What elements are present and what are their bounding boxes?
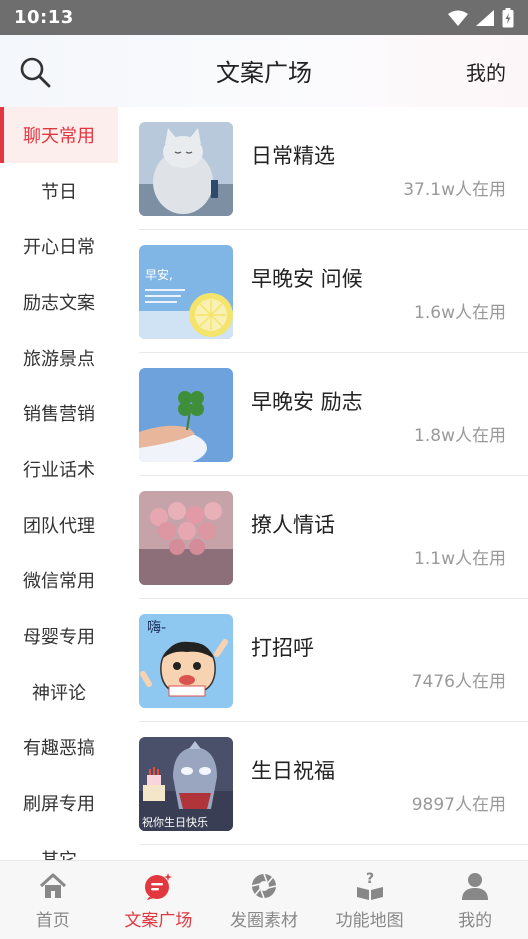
nav-label: 文案广场 bbox=[124, 911, 193, 931]
list-item[interactable]: 日常精选 37.1w人在用 bbox=[118, 107, 528, 230]
aperture-icon bbox=[251, 873, 277, 899]
battery-icon bbox=[502, 7, 514, 27]
copy-category-list: 日常精选 37.1w人在用 早安, 早晚安 问候 1.6w人在用 早晚安 励志 … bbox=[118, 107, 528, 860]
sidebar-item-spam[interactable]: 刷屏专用 bbox=[0, 775, 118, 831]
sidebar-item-chat-common[interactable]: 聊天常用 bbox=[0, 107, 118, 163]
sidebar-item-funny[interactable]: 有趣恶搞 bbox=[0, 720, 118, 776]
status-bar: 10:13 bbox=[0, 0, 528, 35]
item-usage-count: 1.1w人在用 bbox=[414, 549, 506, 569]
item-usage-count: 9897人在用 bbox=[411, 795, 506, 815]
birthday-hero-thumbnail: 祝你生日快乐 bbox=[139, 737, 233, 831]
wifi-icon bbox=[448, 10, 468, 26]
sidebar-item-industry-scripts[interactable]: 行业话术 bbox=[0, 441, 118, 497]
status-time: 10:13 bbox=[14, 7, 74, 28]
home-icon bbox=[39, 873, 66, 898]
signal-icon bbox=[476, 9, 494, 26]
chat-bubble-icon bbox=[145, 873, 173, 900]
nav-label: 发圈素材 bbox=[229, 911, 298, 931]
sidebar-item-holiday[interactable]: 节日 bbox=[0, 163, 118, 219]
nav-home[interactable]: 首页 bbox=[0, 861, 106, 939]
item-title: 撩人情话 bbox=[251, 513, 335, 537]
nav-copy-square[interactable]: 文案广场 bbox=[106, 861, 212, 939]
cat-photo-thumbnail bbox=[139, 122, 233, 216]
nav-feature-map[interactable]: ? 功能地图 bbox=[317, 861, 423, 939]
nav-label: 我的 bbox=[458, 911, 493, 931]
item-usage-count: 1.8w人在用 bbox=[414, 426, 506, 446]
svg-text:?: ? bbox=[366, 871, 374, 887]
list-item[interactable]: 撩人情话 1.1w人在用 bbox=[118, 476, 528, 599]
thumbnail-caption: 嗨- bbox=[147, 620, 166, 636]
roses-bouquet-thumbnail bbox=[139, 491, 233, 585]
nav-label: 功能地图 bbox=[335, 911, 404, 931]
nav-label: 首页 bbox=[35, 911, 70, 931]
app-header: 文案广场 我的 bbox=[0, 35, 528, 107]
sidebar-item-wechat-common[interactable]: 微信常用 bbox=[0, 553, 118, 609]
page-title: 文案广场 bbox=[216, 59, 312, 87]
item-usage-count: 37.1w人在用 bbox=[403, 180, 506, 200]
nav-mine[interactable]: 我的 bbox=[422, 861, 528, 939]
sidebar-item-maternal-baby[interactable]: 母婴专用 bbox=[0, 608, 118, 664]
thumbnail-caption: 祝你生日快乐 bbox=[142, 815, 208, 829]
help-book-icon: ? bbox=[356, 871, 383, 900]
list-item[interactable]: 早晚安 励志 1.8w人在用 bbox=[118, 353, 528, 476]
item-usage-count: 7476人在用 bbox=[411, 672, 506, 692]
sidebar-item-comments[interactable]: 神评论 bbox=[0, 664, 118, 720]
sidebar-item-team-agent[interactable]: 团队代理 bbox=[0, 497, 118, 553]
lemon-morning-thumbnail: 早安, bbox=[139, 245, 233, 339]
thumbnail-caption: 早安, bbox=[145, 267, 173, 282]
sidebar-item-happy-daily[interactable]: 开心日常 bbox=[0, 218, 118, 274]
category-sidebar: 聊天常用 节日 开心日常 励志文案 旅游景点 销售营销 行业话术 团队代理 微信… bbox=[0, 107, 118, 860]
item-title: 打招呼 bbox=[251, 636, 314, 660]
sidebar-item-inspirational[interactable]: 励志文案 bbox=[0, 274, 118, 330]
item-title: 生日祝福 bbox=[251, 759, 335, 783]
item-title: 早晚安 励志 bbox=[251, 390, 363, 414]
nav-share-materials[interactable]: 发圈素材 bbox=[211, 861, 317, 939]
item-title: 早晚安 问候 bbox=[251, 267, 363, 291]
list-item[interactable]: 嗨- 打招呼 7476人在用 bbox=[118, 599, 528, 722]
mine-link[interactable]: 我的 bbox=[466, 57, 506, 86]
list-item[interactable]: 祝你生日快乐 生日祝福 9897人在用 bbox=[118, 722, 528, 845]
user-icon bbox=[462, 873, 489, 900]
divider bbox=[139, 844, 528, 845]
sidebar-item-travel[interactable]: 旅游景点 bbox=[0, 330, 118, 386]
bottom-nav: 首页 文案广场 发圈素材 ? 功能地图 我的 bbox=[0, 860, 528, 939]
list-item[interactable]: 早安, 早晚安 问候 1.6w人在用 bbox=[118, 230, 528, 353]
sidebar-item-other[interactable]: 其它 bbox=[0, 831, 118, 860]
item-usage-count: 1.6w人在用 bbox=[414, 303, 506, 323]
cartoon-greeting-thumbnail: 嗨- bbox=[139, 614, 233, 708]
clover-hand-thumbnail bbox=[139, 368, 233, 462]
status-icons bbox=[448, 7, 514, 28]
item-title: 日常精选 bbox=[251, 144, 335, 168]
sidebar-item-sales[interactable]: 销售营销 bbox=[0, 385, 118, 441]
